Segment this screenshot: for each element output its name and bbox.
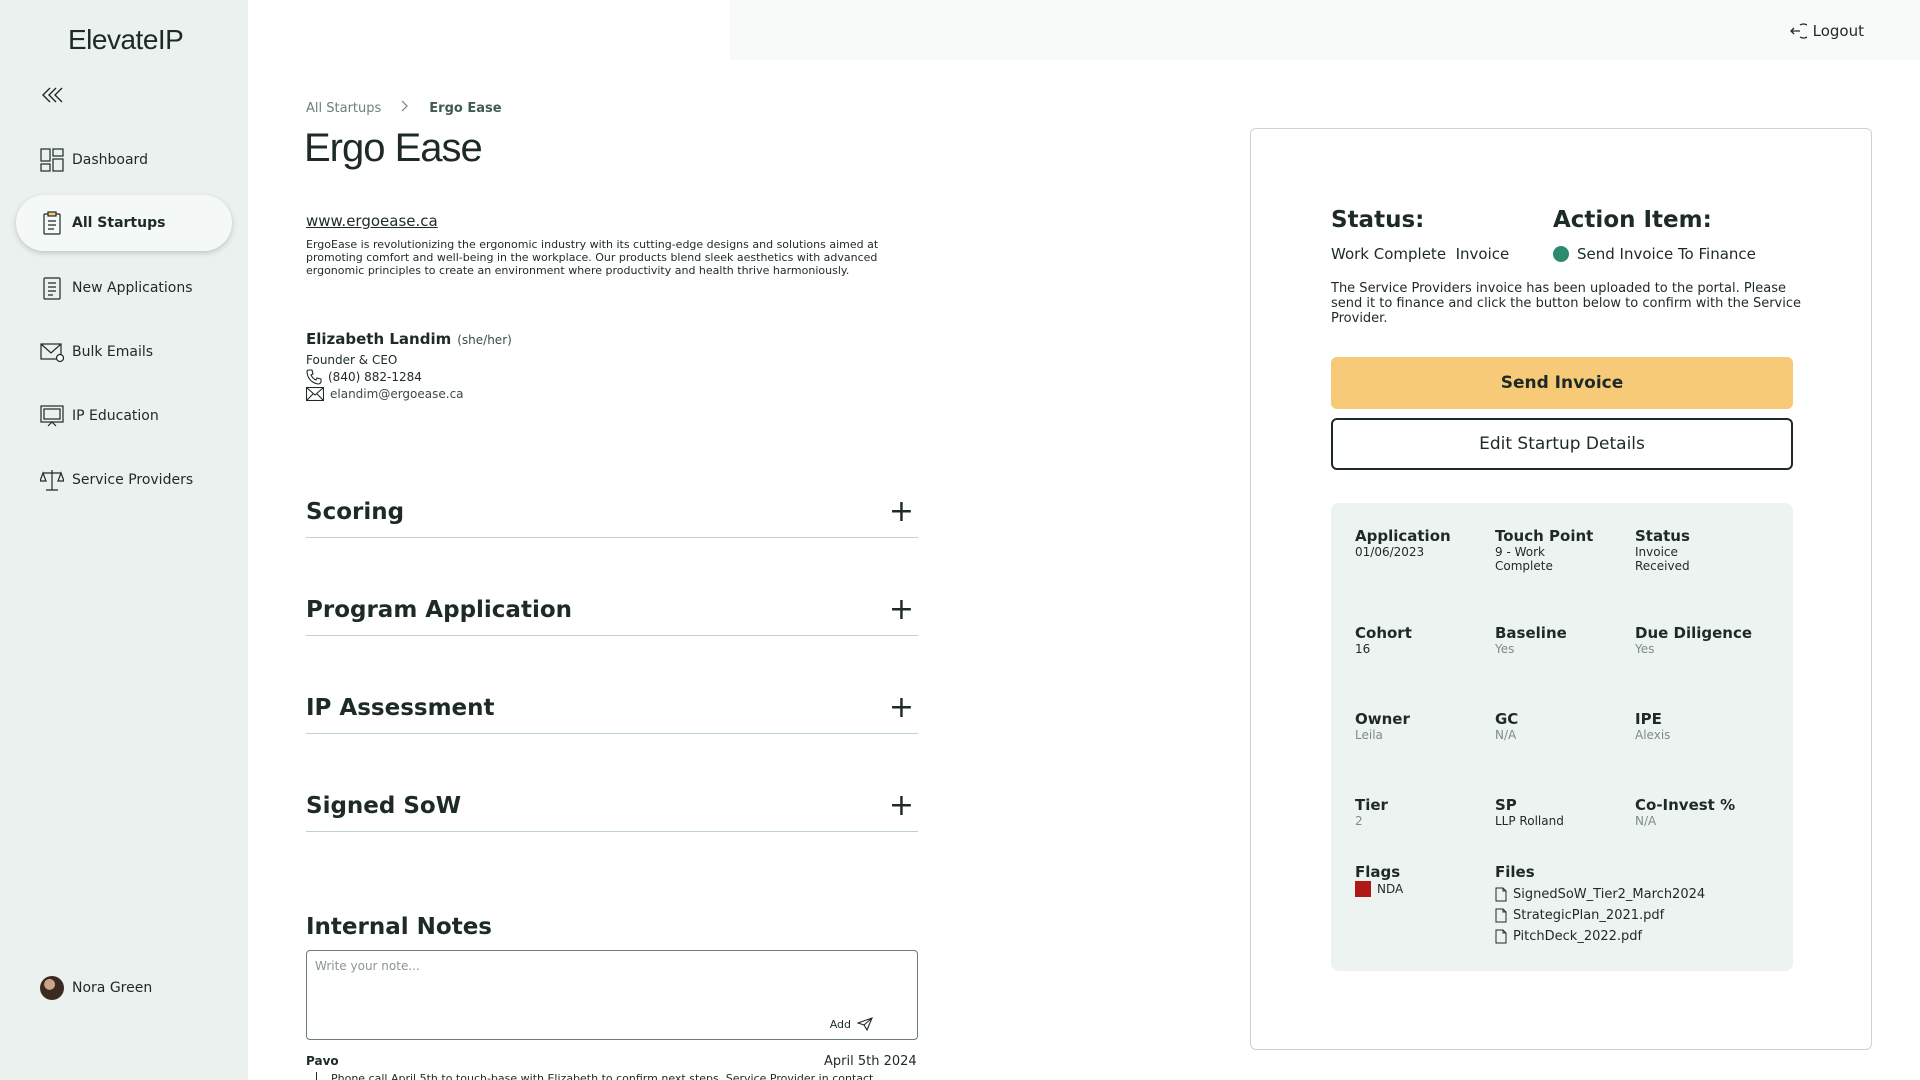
- action-item-value: Send Invoice To Finance: [1553, 245, 1756, 263]
- section-ip-assessment[interactable]: IP Assessment +: [306, 682, 918, 734]
- user-name: Nora Green: [72, 980, 153, 996]
- detail-status: Status Invoice Received: [1635, 527, 1690, 573]
- breadcrumb-parent[interactable]: All Startups: [306, 101, 381, 116]
- collapse-sidebar-icon[interactable]: [40, 86, 66, 104]
- plus-icon[interactable]: +: [889, 788, 914, 823]
- section-title: Signed SoW: [306, 792, 462, 819]
- detail-cohort: Cohort 16: [1355, 624, 1412, 656]
- note-date: April 5th 2024: [824, 1054, 917, 1069]
- add-note-button[interactable]: Add: [830, 1017, 873, 1031]
- startup-status-panel: Status: Work Complete Invoice Action Ite…: [1250, 128, 1872, 1050]
- logout-button[interactable]: Logout: [1789, 22, 1864, 40]
- plus-icon[interactable]: +: [889, 494, 914, 529]
- detail-owner: Owner Leila: [1355, 710, 1410, 742]
- sidebar-item-label: Bulk Emails: [72, 344, 154, 360]
- section-title: Program Application: [306, 596, 573, 623]
- flag-badge: NDA: [1355, 881, 1495, 897]
- status-value: Work Complete Invoice: [1331, 245, 1510, 263]
- avatar: [40, 976, 64, 1000]
- founder-pronouns: (she/her): [457, 333, 512, 347]
- founder-email[interactable]: elandim@ergoease.ca: [306, 387, 464, 401]
- send-icon: [857, 1017, 873, 1031]
- logout-label: Logout: [1812, 22, 1864, 40]
- sidebar-item-label: New Applications: [72, 280, 193, 296]
- detail-gc: GC N/A: [1495, 710, 1519, 742]
- file-link[interactable]: StrategicPlan_2021.pdf: [1495, 908, 1755, 923]
- sidebar-item-service-providers[interactable]: Service Providers: [16, 452, 232, 508]
- founder-role: Founder & CEO: [306, 353, 398, 367]
- detail-application: Application 01/06/2023: [1355, 527, 1451, 559]
- detail-due-diligence: Due Diligence Yes: [1635, 624, 1753, 656]
- note-author: Pavo: [306, 1054, 339, 1068]
- startup-description: ErgoEase is revolutionizing the ergonomi…: [306, 238, 879, 277]
- detail-touch-point: Touch Point 9 - Work Complete: [1495, 527, 1594, 573]
- file-link[interactable]: PitchDeck_2022.pdf: [1495, 929, 1755, 944]
- sidebar-item-label: Service Providers: [72, 472, 194, 488]
- breadcrumb-current: Ergo Ease: [429, 100, 502, 116]
- app-logo: ElevateIP: [68, 24, 184, 55]
- detail-ipe: IPE Alexis: [1635, 710, 1671, 742]
- sidebar-item-bulk-emails[interactable]: Bulk Emails: [16, 324, 232, 380]
- logout-icon: [1789, 23, 1807, 39]
- clipboard-icon: [40, 211, 64, 235]
- status-heading: Status:: [1331, 207, 1425, 233]
- document-icon: [40, 276, 64, 300]
- plus-icon[interactable]: +: [889, 690, 914, 725]
- sidebar: ElevateIP Dashboard All Startups New App…: [0, 0, 248, 1080]
- send-invoice-button[interactable]: Send Invoice: [1331, 357, 1793, 409]
- action-item-heading: Action Item:: [1553, 207, 1712, 233]
- founder-phone: (840) 882-1284: [306, 369, 422, 385]
- scales-icon: [40, 468, 64, 492]
- detail-co-invest: Co-Invest % N/A: [1635, 796, 1736, 828]
- mail-icon: [40, 340, 64, 364]
- founder-name: Elizabeth Landim (she/her): [306, 330, 512, 348]
- section-title: IP Assessment: [306, 694, 495, 721]
- sidebar-item-label: Dashboard: [72, 152, 148, 168]
- breadcrumb: All Startups Ergo Ease: [306, 100, 502, 116]
- sidebar-item-dashboard[interactable]: Dashboard: [16, 132, 232, 188]
- file-link[interactable]: SignedSoW_Tier2_March2024: [1495, 887, 1755, 902]
- detail-tier: Tier 2: [1355, 796, 1388, 828]
- phone-icon: [306, 369, 322, 385]
- chevron-right-icon: [401, 100, 409, 116]
- detail-files: Files SignedSoW_Tier2_March2024 Strategi…: [1495, 863, 1755, 944]
- startup-website-link[interactable]: www.ergoease.ca: [306, 212, 438, 230]
- section-program-application[interactable]: Program Application +: [306, 584, 918, 636]
- section-signed-sow[interactable]: Signed SoW +: [306, 780, 918, 832]
- mail-icon: [306, 387, 324, 401]
- note-text: Phone call April 5th to touch-base with …: [316, 1072, 877, 1080]
- user-profile[interactable]: Nora Green: [40, 976, 152, 1000]
- sidebar-item-all-startups[interactable]: All Startups: [16, 195, 232, 251]
- page-title: Ergo Ease: [304, 126, 483, 170]
- sidebar-item-label: IP Education: [72, 408, 159, 424]
- note-input-box: Add: [306, 950, 918, 1040]
- file-icon: [1495, 908, 1507, 923]
- plus-icon[interactable]: +: [889, 592, 914, 627]
- section-scoring[interactable]: Scoring +: [306, 486, 918, 538]
- detail-flags: Flags NDA: [1355, 863, 1495, 897]
- presentation-icon: [40, 404, 64, 428]
- startup-details-card: Application 01/06/2023 Touch Point 9 - W…: [1331, 503, 1793, 971]
- edit-startup-details-button[interactable]: Edit Startup Details: [1331, 418, 1793, 470]
- section-title: Scoring: [306, 498, 405, 525]
- file-icon: [1495, 887, 1507, 902]
- detail-baseline: Baseline Yes: [1495, 624, 1567, 656]
- sidebar-item-new-applications[interactable]: New Applications: [16, 260, 232, 316]
- status-dot: [1553, 246, 1569, 262]
- sidebar-item-label: All Startups: [72, 215, 166, 231]
- internal-notes-title: Internal Notes: [306, 914, 492, 940]
- dashboard-icon: [40, 148, 64, 172]
- sidebar-item-ip-education[interactable]: IP Education: [16, 388, 232, 444]
- note-input[interactable]: [307, 951, 917, 1011]
- detail-sp: SP LLP Rolland: [1495, 796, 1564, 828]
- file-icon: [1495, 929, 1507, 944]
- flag-color-square: [1355, 881, 1371, 897]
- top-bar: [730, 0, 1920, 60]
- action-message: The Service Providers invoice has been u…: [1331, 281, 1802, 326]
